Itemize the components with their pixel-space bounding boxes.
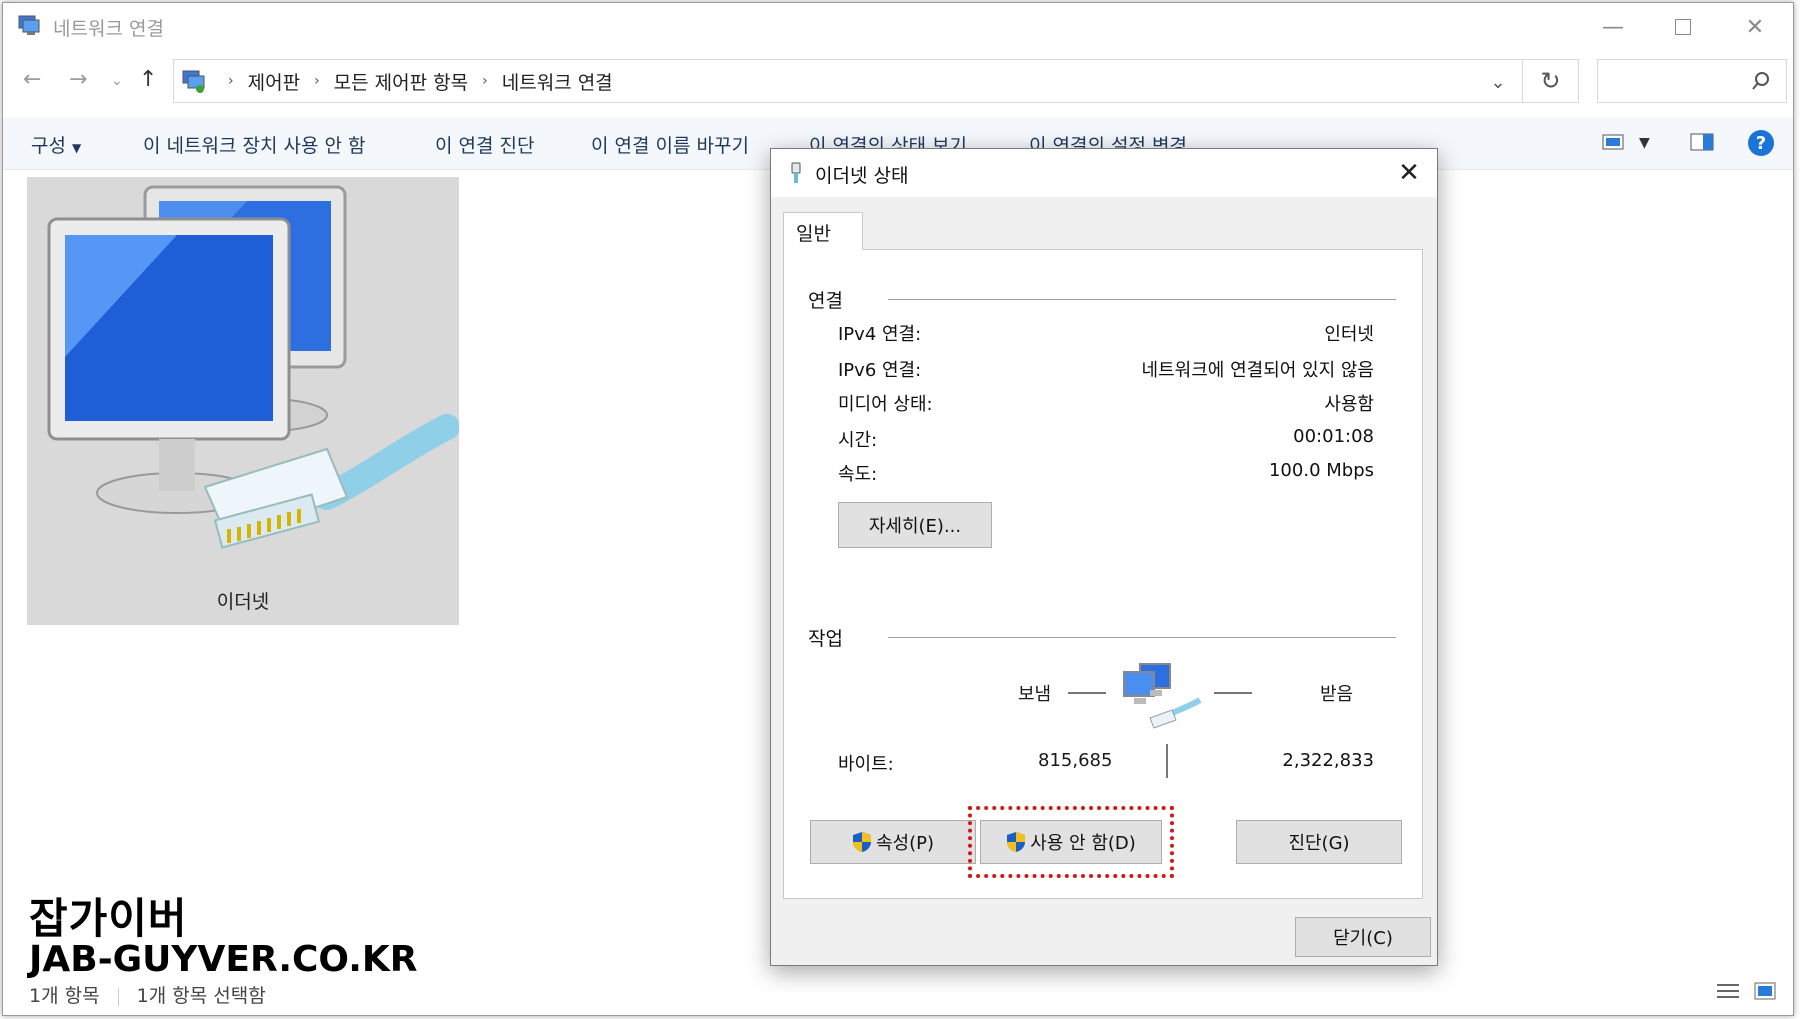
recent-locations-button[interactable]: ⌄ [111, 73, 123, 89]
ipv4-value: 인터넷 [1324, 324, 1374, 345]
status-bar: 1개 항목 1개 항목 선택함 [29, 981, 266, 1008]
details-button[interactable]: 자세히(E)... [838, 502, 992, 548]
ipv6-value: 네트워크에 연결되어 있지 않음 [1141, 360, 1374, 381]
duration-label: 시간: [838, 430, 878, 451]
chevron-right-icon: › [228, 73, 234, 89]
ipv4-label: IPv4 연결: [838, 324, 922, 345]
breadcrumb-control-panel[interactable]: 제어판 [248, 68, 300, 95]
chevron-down-icon: ⌄ [1490, 71, 1506, 93]
search-input[interactable] [1597, 59, 1787, 103]
ethernet-connection-item[interactable]: 이더넷 [27, 177, 459, 625]
chevron-right-icon: › [314, 73, 320, 89]
network-activity-icon [1123, 663, 1202, 729]
forward-button[interactable]: → [69, 67, 87, 92]
bytes-received-value: 2,322,833 [1282, 750, 1374, 771]
chevron-down-icon: ⌄ [111, 73, 123, 89]
change-view-icon[interactable] [1601, 131, 1625, 153]
status-divider [117, 987, 119, 1006]
bytes-label: 바이트: [838, 754, 894, 775]
uac-shield-icon [852, 832, 871, 852]
tab-general[interactable]: 일반 [783, 212, 863, 250]
diagnose-button[interactable]: 진단(G) [1236, 820, 1402, 864]
dialog-close-button[interactable]: ✕ [1389, 153, 1429, 193]
ethernet-label: 이더넷 [216, 591, 270, 613]
activity-section-title: 작업 [808, 628, 843, 650]
item-count: 1개 항목 [29, 985, 100, 1007]
window-title: 네트워크 연결 [53, 18, 164, 40]
watermark-title: 잡가이버 [29, 894, 188, 943]
view-toggle [1715, 981, 1777, 1001]
arrow-left-icon: ← [23, 67, 42, 92]
bytes-sent-value: 815,685 [1038, 750, 1113, 771]
back-button[interactable]: ← [23, 67, 41, 92]
diagnose-command[interactable]: 이 연결 진단 [435, 131, 534, 158]
section-divider [888, 637, 1396, 638]
refresh-button[interactable]: ↻ [1523, 59, 1579, 103]
section-divider [888, 299, 1396, 300]
caret-down-icon: ▼ [72, 141, 82, 155]
ethernet-status-dialog: 이더넷 상태 ✕ 일반 연결 IPv4 연결: 인터넷 IPv6 연결: 네트워… [770, 148, 1438, 966]
media-state-value: 사용함 [1324, 394, 1374, 415]
chevron-right-icon: › [482, 73, 488, 89]
received-label: 받음 [1320, 684, 1354, 705]
search-icon [1752, 72, 1769, 90]
address-bar[interactable]: › 제어판 › 모든 제어판 항목 › 네트워크 연결 ⌄ [173, 59, 1523, 103]
large-icons-view-icon[interactable] [1753, 981, 1777, 1001]
bytes-divider [1166, 744, 1168, 778]
organize-label: 구성 [31, 135, 66, 157]
minimize-icon: — [1602, 14, 1624, 40]
ethernet-adapter-icon [47, 185, 459, 549]
breadcrumb-all-items[interactable]: 모든 제어판 항목 [334, 68, 468, 95]
close-dialog-button[interactable]: 닫기(C) [1295, 917, 1431, 957]
refresh-icon: ↻ [1540, 67, 1561, 95]
help-icon[interactable]: ? [1747, 129, 1775, 157]
organize-menu[interactable]: 구성 ▼ [31, 131, 81, 158]
close-window-button[interactable]: ✕ [1725, 9, 1785, 45]
maximize-button[interactable] [1653, 9, 1713, 45]
highlight-box [968, 806, 1174, 878]
view-options-caret-icon[interactable]: ▼ [1639, 135, 1650, 151]
duration-value: 00:01:08 [1293, 426, 1374, 447]
arrow-right-icon: → [69, 67, 88, 92]
media-state-label: 미디어 상태: [838, 394, 933, 415]
rename-command[interactable]: 이 연결 이름 바꾸기 [591, 131, 749, 158]
received-line [1214, 692, 1252, 694]
general-panel: 연결 IPv4 연결: 인터넷 IPv6 연결: 네트워크에 연결되어 있지 않… [783, 249, 1423, 899]
ethernet-plug-icon [791, 162, 801, 183]
minimize-button[interactable]: — [1583, 9, 1643, 45]
connection-section-title: 연결 [808, 290, 843, 312]
arrow-up-icon: ↑ [139, 67, 158, 92]
selected-count: 1개 항목 선택함 [136, 985, 266, 1007]
breadcrumb-network-connections[interactable]: 네트워크 연결 [502, 68, 613, 95]
preview-pane-icon[interactable] [1689, 131, 1715, 153]
network-connections-icon [18, 15, 40, 35]
dialog-title: 이더넷 상태 [815, 165, 909, 187]
disable-device-command[interactable]: 이 네트워크 장치 사용 안 함 [143, 131, 365, 158]
up-button[interactable]: ↑ [139, 67, 157, 92]
speed-label: 속도: [838, 464, 878, 485]
ipv6-label: IPv6 연결: [838, 360, 922, 381]
dialog-title-bar: 이더넷 상태 ✕ [771, 149, 1437, 197]
properties-label: 속성(P) [875, 833, 935, 854]
sent-label: 보냄 [1018, 684, 1052, 705]
close-icon: ✕ [1398, 158, 1420, 188]
details-view-icon[interactable] [1715, 981, 1741, 1001]
watermark-url: JAB-GUYVER.CO.KR [29, 939, 418, 980]
properties-button[interactable]: 속성(P) [810, 820, 976, 864]
title-bar: 네트워크 연결 — ✕ [3, 3, 1793, 51]
close-icon: ✕ [1745, 14, 1765, 40]
breadcrumb: › 제어판 › 모든 제어판 항목 › 네트워크 연결 [214, 60, 613, 102]
speed-value: 100.0 Mbps [1268, 460, 1374, 481]
sent-line [1068, 692, 1106, 694]
svg-text:?: ? [1756, 133, 1766, 154]
control-panel-icon [182, 70, 205, 93]
address-dropdown-button[interactable]: ⌄ [1484, 68, 1512, 96]
maximize-icon [1675, 19, 1691, 35]
